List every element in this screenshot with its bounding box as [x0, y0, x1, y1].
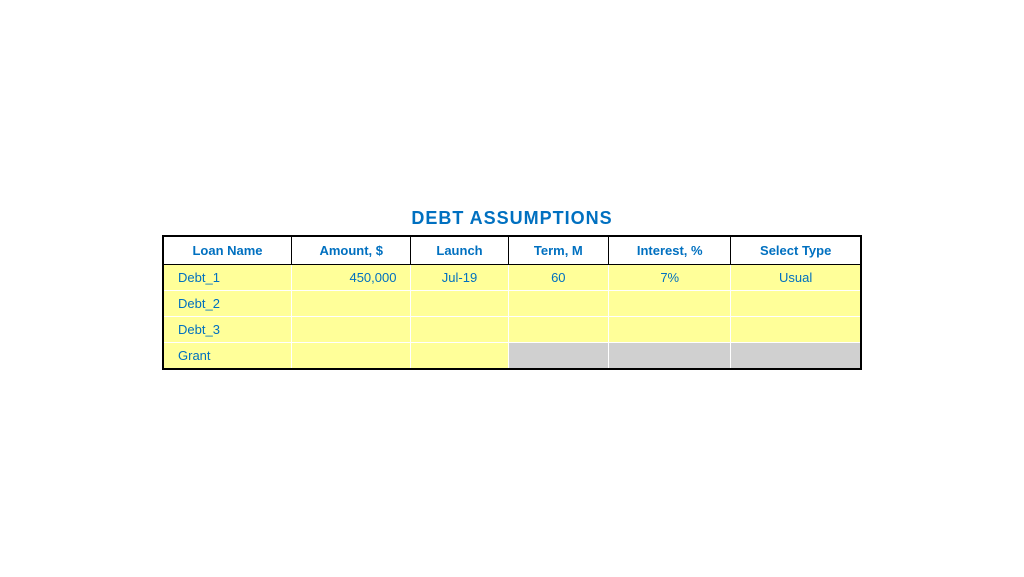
table-cell-row0-col5[interactable]: Usual: [731, 264, 861, 290]
main-container: DEBT ASSUMPTIONS Loan Name Amount, $ Lau…: [162, 208, 862, 370]
col-header-interest: Interest, %: [609, 236, 731, 265]
table-row: Grant: [163, 342, 861, 369]
table-cell-row3-col0[interactable]: Grant: [163, 342, 292, 369]
col-header-select-type: Select Type: [731, 236, 861, 265]
table-cell-row3-col4[interactable]: [609, 342, 731, 369]
table-cell-row3-col5[interactable]: [731, 342, 861, 369]
table-cell-row1-col3[interactable]: [508, 290, 609, 316]
col-header-launch: Launch: [411, 236, 508, 265]
table-cell-row1-col2[interactable]: [411, 290, 508, 316]
table-cell-row1-col4[interactable]: [609, 290, 731, 316]
col-header-term: Term, M: [508, 236, 609, 265]
col-header-loan-name: Loan Name: [163, 236, 292, 265]
table-cell-row1-col0[interactable]: Debt_2: [163, 290, 292, 316]
table-cell-row2-col1[interactable]: [292, 316, 411, 342]
table-cell-row2-col4[interactable]: [609, 316, 731, 342]
table-cell-row1-col5[interactable]: [731, 290, 861, 316]
table-cell-row3-col3[interactable]: [508, 342, 609, 369]
debt-assumptions-table: Loan Name Amount, $ Launch Term, M Inter…: [162, 235, 862, 370]
table-cell-row2-col5[interactable]: [731, 316, 861, 342]
table-cell-row2-col3[interactable]: [508, 316, 609, 342]
table-cell-row0-col0[interactable]: Debt_1: [163, 264, 292, 290]
table-cell-row2-col2[interactable]: [411, 316, 508, 342]
table-cell-row3-col1[interactable]: [292, 342, 411, 369]
table-title: DEBT ASSUMPTIONS: [411, 208, 612, 229]
table-cell-row0-col3[interactable]: 60: [508, 264, 609, 290]
table-row: Debt_1450,000Jul-19607%Usual: [163, 264, 861, 290]
table-cell-row2-col0[interactable]: Debt_3: [163, 316, 292, 342]
table-cell-row0-col2[interactable]: Jul-19: [411, 264, 508, 290]
col-header-amount: Amount, $: [292, 236, 411, 265]
table-header-row: Loan Name Amount, $ Launch Term, M Inter…: [163, 236, 861, 265]
table-row: Debt_2: [163, 290, 861, 316]
table-cell-row0-col1[interactable]: 450,000: [292, 264, 411, 290]
table-row: Debt_3: [163, 316, 861, 342]
table-cell-row3-col2[interactable]: [411, 342, 508, 369]
table-cell-row0-col4[interactable]: 7%: [609, 264, 731, 290]
table-cell-row1-col1[interactable]: [292, 290, 411, 316]
